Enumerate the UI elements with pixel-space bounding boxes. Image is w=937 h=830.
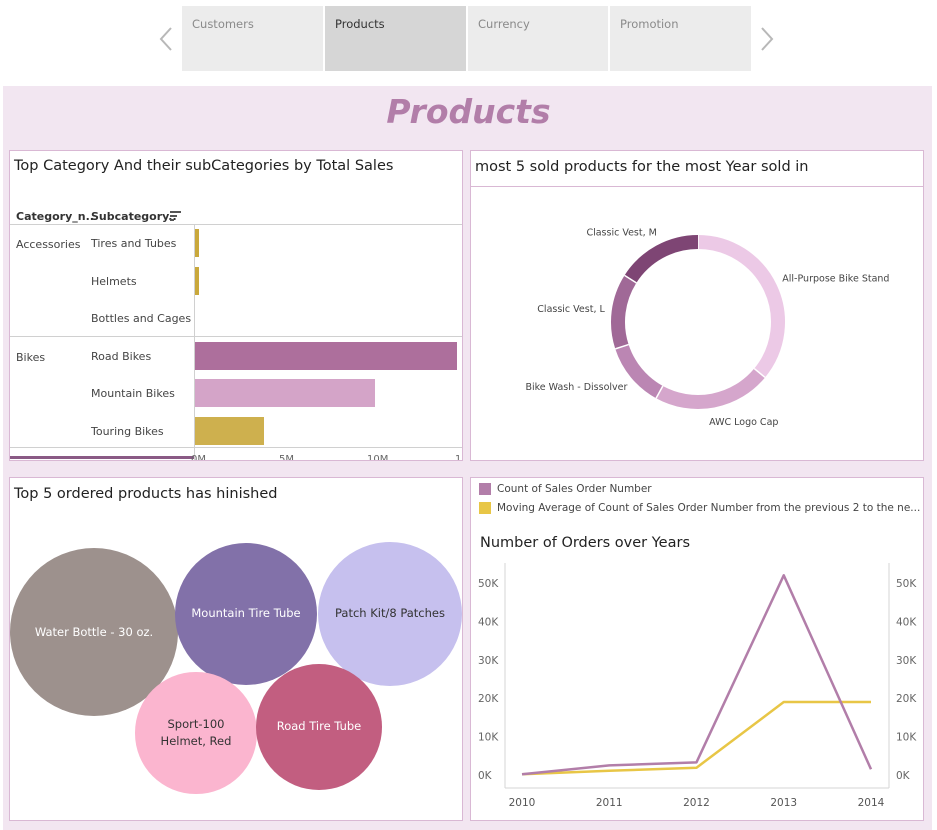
table-header-divider — [10, 224, 462, 225]
chevron-right-icon — [761, 27, 774, 51]
bubble[interactable]: Mountain Tire Tube — [174, 542, 318, 686]
bubble-label: Water Bottle - 30 oz. — [34, 624, 154, 639]
series-line — [521, 574, 873, 776]
orders-line-chart: 0K 0K 10K 10K 20K 20K 30K 30K 40K 40K 50K 50K 2010 20… — [478, 563, 917, 809]
donut-slice — [697, 235, 785, 378]
donut-slice — [656, 368, 766, 409]
bubble[interactable]: Sport-100 Helmet, Red — [135, 672, 257, 794]
x-tick-label: 10M — [367, 454, 389, 461]
bubble-label: Sport-100 Helmet, Red — [160, 716, 232, 748]
column-header-subcategory[interactable]: Subcategory.. — [91, 210, 177, 223]
y-tick-label: 20K — [896, 693, 917, 705]
subcategory-label: Bottles and Cages — [91, 312, 192, 325]
tab-promotion[interactable]: Promotion — [610, 6, 751, 71]
nav-prev-button[interactable] — [155, 22, 177, 56]
x-tick-label: 2012 — [683, 797, 710, 809]
tab-label: Currency — [478, 17, 530, 31]
y-tick-label: 40K — [896, 616, 917, 628]
x-tick-label: 5M — [279, 454, 294, 461]
bubble-label: Road Tire Tube — [276, 719, 362, 734]
x-tick-label: 2014 — [858, 797, 885, 809]
orders-over-years-panel: Count of Sales Order Number Moving Avera… — [470, 477, 924, 821]
category-label: Bikes — [16, 350, 46, 364]
bar[interactable] — [195, 341, 458, 370]
subcategory-label: Tires and Tubes — [91, 237, 177, 250]
subcategory-label: Road Bikes — [91, 349, 152, 363]
column-header-category[interactable]: Category_n.. — [16, 210, 94, 223]
category-label: Accessories — [16, 238, 81, 251]
sort-icon[interactable] — [170, 211, 182, 221]
tab-currency[interactable]: Currency — [468, 6, 608, 71]
bubble-label: Mountain Tire Tube — [191, 606, 301, 621]
x-tick-label: 2013 — [770, 797, 797, 809]
y-tick-label: 20K — [478, 693, 499, 705]
bubble-label: Patch Kit/8 Patches — [334, 606, 445, 621]
category-sales-panel: Top Category And their subCategories by … — [9, 150, 463, 461]
panel-title: Top Category And their subCategories by … — [14, 158, 394, 174]
donut-chart: All-Purpose Bike Stand AWC Logo Cap Bike W… — [525, 228, 889, 429]
donut-slice — [615, 344, 664, 399]
y-tick-label: 0K — [896, 770, 911, 782]
tab-label: Customers — [192, 17, 254, 31]
slice-label: All-Purpose Bike Stand — [782, 274, 889, 285]
tab-products[interactable]: Products — [325, 6, 466, 71]
y-tick-label: 50K — [896, 578, 917, 590]
page-title: Products — [386, 92, 551, 131]
y-tick-label: 40K — [478, 616, 499, 628]
donut-slice — [624, 235, 699, 284]
group-divider — [10, 336, 462, 337]
y-tick-label: 0K — [478, 770, 493, 782]
bottom-divider — [10, 447, 462, 448]
chevron-left-icon — [159, 27, 172, 51]
x-tick-label: 0M — [191, 454, 206, 461]
bar[interactable] — [195, 379, 375, 407]
subcategory-label: Touring Bikes — [91, 424, 164, 438]
bar[interactable] — [195, 266, 199, 295]
bubble[interactable]: Patch Kit/8 Patches — [317, 541, 462, 687]
y-tick-label: 10K — [478, 732, 499, 744]
top-ordered-bubbles-panel: Top 5 ordered products has hinished Wate… — [9, 477, 463, 821]
tab-label: Products — [335, 17, 385, 31]
nav-next-button[interactable] — [756, 22, 778, 56]
y-tick-label: 30K — [478, 655, 499, 667]
x-tick-label: 15M — [455, 454, 462, 461]
x-tick-label: 2011 — [596, 797, 623, 809]
subcategory-label: Mountain Bikes — [91, 387, 175, 400]
y-tick-label: 10K — [896, 732, 917, 744]
slice-label: AWC Logo Cap — [709, 417, 778, 428]
panel-title: Top 5 ordered products has hinished — [14, 486, 278, 502]
tab-label: Promotion — [620, 17, 679, 31]
x-tick-label: 2010 — [509, 797, 536, 809]
slice-label: Bike Wash - Dissolver — [525, 382, 627, 393]
donut-slice — [611, 275, 637, 349]
top-products-donut-panel: most 5 sold products for the most Year s… — [470, 150, 924, 461]
y-tick-label: 50K — [478, 578, 499, 590]
subcategory-label: Helmets — [91, 274, 137, 288]
bar[interactable] — [195, 229, 200, 257]
bubble[interactable]: Road Tire Tube — [256, 664, 382, 790]
bar[interactable] — [195, 416, 264, 445]
tab-customers[interactable]: Customers — [182, 6, 323, 71]
y-tick-label: 30K — [896, 655, 917, 667]
slice-label: Classic Vest, L — [537, 304, 605, 315]
slice-label: Classic Vest, M — [586, 228, 656, 239]
scroll-indicator[interactable] — [10, 456, 194, 459]
